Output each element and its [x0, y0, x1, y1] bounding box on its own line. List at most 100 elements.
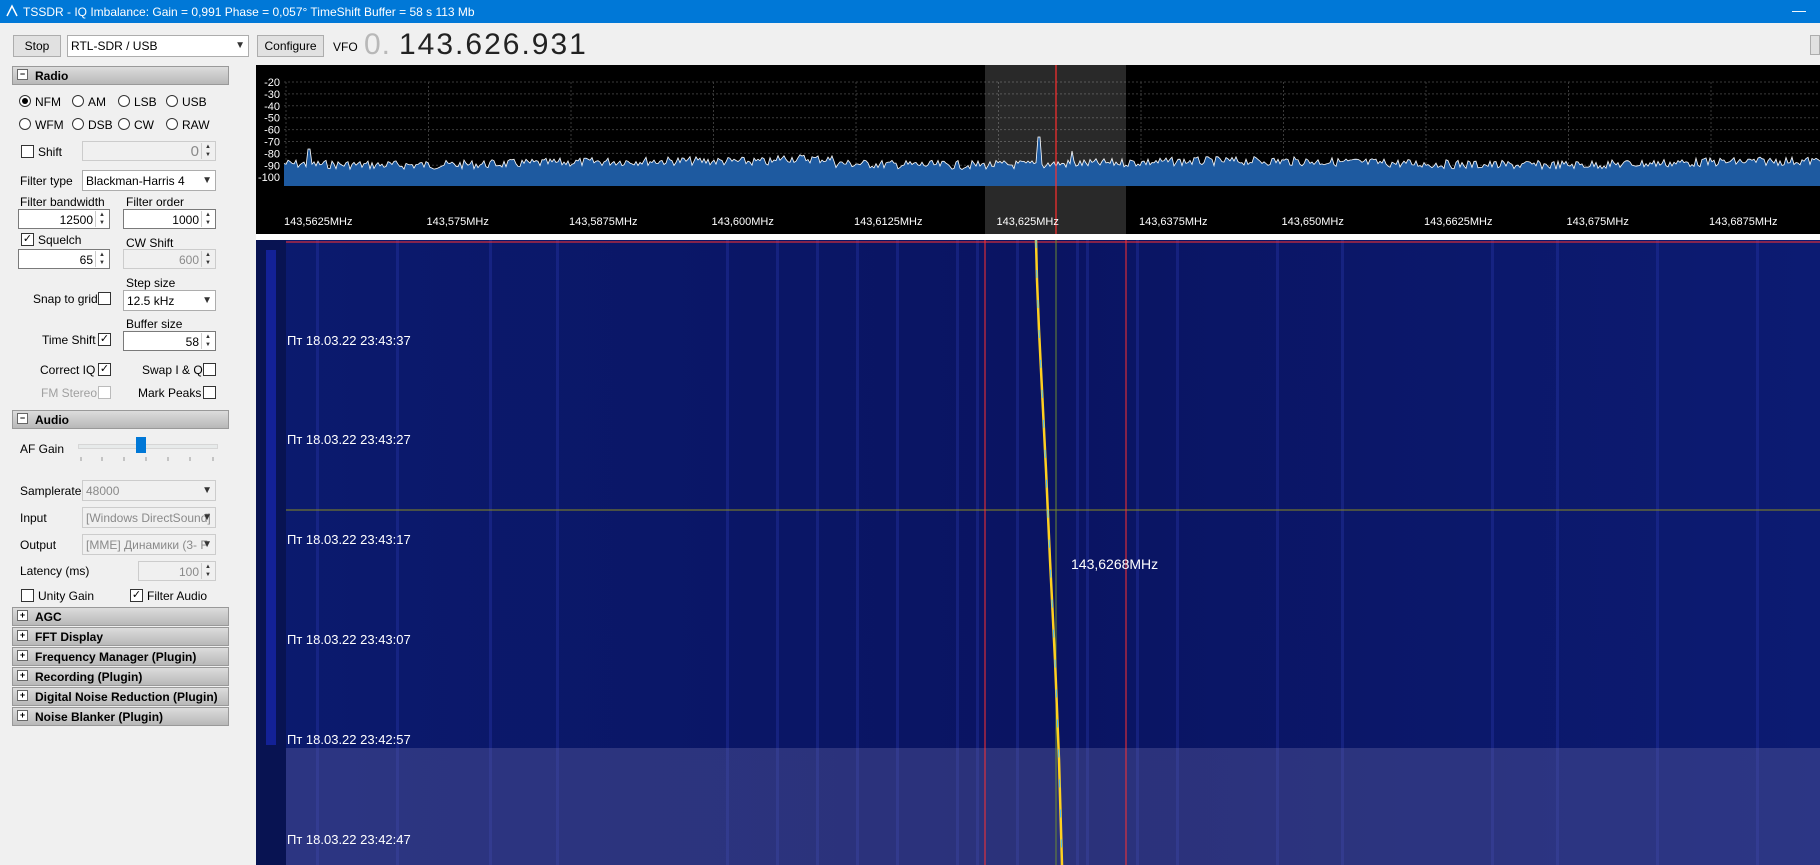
output-device-select[interactable]: [MME] Динамики (3- F ▼	[82, 534, 216, 555]
shift-value: 0	[190, 143, 199, 160]
vfo-prefix[interactable]: 0.	[364, 28, 391, 62]
vfo-frequency[interactable]: 143.626.931	[399, 28, 588, 62]
fm-stereo-checkbox[interactable]	[98, 386, 111, 399]
spin-arrows-icon[interactable]: ▲ ▼	[95, 251, 108, 267]
radio-section-header[interactable]: − Radio	[12, 66, 229, 85]
mode-dsb-radio[interactable]	[72, 118, 84, 130]
waterfall-plot[interactable]	[256, 240, 1820, 865]
af-gain-label: AF Gain	[20, 442, 65, 456]
db-scale-label: -60	[264, 125, 280, 137]
fft-display-section-header[interactable]: + FFT Display	[12, 627, 229, 646]
cw-shift-value: 600	[178, 253, 199, 267]
spin-arrows-icon[interactable]: ▲ ▼	[95, 211, 108, 227]
mark-peaks-checkbox[interactable]	[203, 386, 216, 399]
frequency-manager-section-header[interactable]: + Frequency Manager (Plugin)	[12, 647, 229, 666]
spin-arrows-icon[interactable]: ▲ ▼	[201, 211, 214, 227]
filter-order-label: Filter order	[126, 195, 185, 209]
waterfall-selection[interactable]	[286, 748, 1820, 865]
configure-button[interactable]: Configure	[257, 35, 324, 57]
mode-lsb-label: LSB	[134, 95, 157, 109]
squelch-label: Squelch	[38, 233, 82, 247]
radio-section-title: Radio	[35, 69, 69, 83]
agc-section-header[interactable]: + AGC	[12, 607, 229, 626]
unity-gain-label: Unity Gain	[38, 589, 95, 603]
correct-iq-checkbox[interactable]: ✓	[98, 363, 111, 376]
minimize-button[interactable]: —	[1792, 2, 1806, 18]
noise-blanker-section-header[interactable]: + Noise Blanker (Plugin)	[12, 707, 229, 726]
toolbar-edge-button[interactable]	[1810, 35, 1820, 55]
expand-icon: +	[17, 650, 28, 661]
noise-reduction-section-header[interactable]: + Digital Noise Reduction (Plugin)	[12, 687, 229, 706]
chevron-down-icon: ▼	[235, 40, 245, 51]
device-select-value: RTL-SDR / USB	[71, 39, 158, 53]
spin-arrows-icon[interactable]: ▲ ▼	[201, 143, 214, 159]
swap-iq-label: Swap I & Q	[142, 363, 203, 377]
audio-section-header[interactable]: − Audio	[12, 410, 229, 429]
spectrum-analyzer[interactable]: -20 -30 -40 -50 -60 -70 -80 -90 -100 143,5625MHz…	[256, 65, 1820, 234]
input-device-value: [Windows DirectSound]	[86, 511, 211, 525]
mode-raw-label: RAW	[182, 118, 210, 132]
mode-raw-radio[interactable]	[166, 118, 178, 130]
cursor-frequency-label: 143,6268MHz	[1071, 556, 1159, 572]
frequency-scale-label: 143,6125MHz	[854, 216, 923, 228]
mode-lsb-radio[interactable]	[118, 95, 130, 107]
device-select[interactable]: RTL-SDR / USB ▼	[67, 35, 249, 57]
noise-blanker-section-title: Noise Blanker (Plugin)	[35, 710, 164, 724]
spin-arrows-icon[interactable]: ▲ ▼	[201, 333, 214, 349]
waterfall-timestamp: Пт 18.03.22 23:43:37	[287, 333, 411, 348]
squelch-checkbox[interactable]: ✓	[21, 233, 34, 246]
time-shift-checkbox[interactable]: ✓	[98, 333, 111, 346]
spin-arrows-icon[interactable]: ▲ ▼	[201, 251, 214, 267]
input-device-select[interactable]: [Windows DirectSound] ▼	[82, 507, 216, 528]
mode-cw-label: CW	[134, 118, 154, 132]
filter-order-input[interactable]: 1000 ▲ ▼	[123, 209, 216, 229]
stop-button[interactable]: Stop	[13, 35, 61, 57]
spin-arrows-icon[interactable]: ▲ ▼	[201, 563, 214, 579]
samplerate-label: Samplerate	[20, 484, 82, 498]
samplerate-select[interactable]: 48000 ▼	[82, 480, 216, 501]
collapse-icon: −	[17, 69, 28, 80]
mode-wfm-radio[interactable]	[19, 118, 31, 130]
frequency-scale-label: 143,600MHz	[712, 216, 774, 228]
mode-nfm-radio[interactable]	[19, 95, 31, 107]
cw-shift-input[interactable]: 600 ▲ ▼	[123, 249, 216, 269]
waterfall-timestamp: Пт 18.03.22 23:42:57	[287, 732, 411, 747]
output-label: Output	[20, 538, 57, 552]
unity-gain-checkbox[interactable]	[21, 589, 34, 602]
frequency-scale-label: 143,575MHz	[427, 216, 489, 228]
step-size-label: Step size	[126, 276, 176, 290]
window-title: TSSDR - IQ Imbalance: Gain = 0,991 Phase…	[23, 5, 475, 19]
af-gain-slider[interactable]	[135, 437, 146, 453]
frequency-scale-label: 143,5625MHz	[284, 216, 353, 228]
cw-shift-label: CW Shift	[126, 236, 174, 250]
shift-input[interactable]: 0 ▲ ▼	[82, 141, 216, 161]
mode-am-radio[interactable]	[72, 95, 84, 107]
af-gain-track[interactable]	[78, 444, 218, 449]
mode-am-label: AM	[88, 95, 106, 109]
step-size-select[interactable]: 12.5 kHz ▼	[123, 290, 216, 311]
fm-stereo-label: FM Stereo	[41, 386, 98, 400]
frequency-scale-label: 143,5875MHz	[569, 216, 638, 228]
chevron-down-icon: ▼	[202, 175, 212, 186]
mode-usb-radio[interactable]	[166, 95, 178, 107]
frequency-scale-label: 143,6875MHz	[1709, 216, 1778, 228]
mode-cw-radio[interactable]	[118, 118, 130, 130]
filter-type-select[interactable]: Blackman-Harris 4 ▼	[82, 170, 216, 191]
filter-bandwidth-input[interactable]: 12500 ▲ ▼	[18, 209, 110, 229]
shift-checkbox[interactable]	[21, 145, 34, 158]
squelch-input[interactable]: 65 ▲ ▼	[18, 249, 110, 269]
latency-input[interactable]: 100 ▲ ▼	[138, 561, 216, 581]
filter-type-value: Blackman-Harris 4	[86, 174, 185, 188]
expand-icon: +	[17, 630, 28, 641]
buffer-size-input[interactable]: 58 ▲ ▼	[123, 331, 216, 351]
mode-nfm-label: NFM	[35, 95, 61, 109]
frequency-scale-label: 143,675MHz	[1567, 216, 1629, 228]
recording-section-header[interactable]: + Recording (Plugin)	[12, 667, 229, 686]
expand-icon: +	[17, 690, 28, 701]
spectrum-plot[interactable]: -20-30-40-50-60-70-80-90-100 143,5625MHz…	[256, 65, 1820, 234]
snap-to-grid-checkbox[interactable]	[98, 292, 111, 305]
time-shift-label: Time Shift	[42, 333, 96, 347]
swap-iq-checkbox[interactable]	[203, 363, 216, 376]
filter-audio-checkbox[interactable]: ✓	[130, 589, 143, 602]
waterfall-display[interactable]: Пт 18.03.22 23:43:37 Пт 18.03.22 23:43:2…	[256, 240, 1820, 865]
